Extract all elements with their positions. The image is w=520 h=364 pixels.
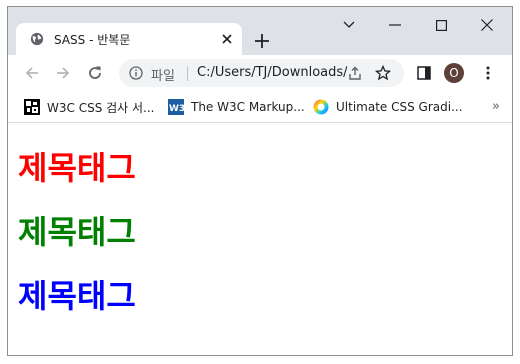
chevron-down-icon xyxy=(343,21,355,28)
w3c-validator-icon xyxy=(24,99,40,115)
bookmark-label: Ultimate CSS Gradi... xyxy=(336,100,463,114)
side-panel-button[interactable] xyxy=(414,63,434,83)
tab-search-button[interactable] xyxy=(326,7,372,43)
omnibox-separator xyxy=(187,66,188,81)
minimize-button[interactable] xyxy=(372,7,418,43)
info-icon[interactable] xyxy=(129,66,143,80)
tab-strip: SASS - 반복문 xyxy=(8,7,512,55)
heading-green: 제목태그 xyxy=(18,213,136,251)
site-chip: 파일 xyxy=(151,69,175,84)
page-content: 제목태그 제목태그 제목태그 xyxy=(8,123,512,355)
new-tab-icon[interactable] xyxy=(252,31,272,51)
share-icon[interactable] xyxy=(347,65,363,81)
heading-red: 제목태그 xyxy=(18,149,136,187)
star-icon[interactable] xyxy=(375,65,391,81)
tab-sass[interactable]: SASS - 반복문 xyxy=(16,23,242,55)
bookmark-w3c-css-validator[interactable]: W3C CSS 검사 서... xyxy=(24,99,155,115)
close-icon xyxy=(481,19,493,31)
menu-button[interactable] xyxy=(478,63,498,83)
url-text[interactable]: C:/Users/TJ/Downloads/ xyxy=(197,65,347,80)
heading-blue: 제목태그 xyxy=(18,277,136,315)
forward-button[interactable] xyxy=(53,63,73,83)
arrow-right-icon xyxy=(57,67,70,79)
gradient-circle-icon xyxy=(313,99,329,115)
bookmark-ultimate-css-gradient[interactable]: Ultimate CSS Gradi... xyxy=(313,99,463,115)
tab-close-icon[interactable] xyxy=(220,32,234,46)
bookmark-w3c-markup[interactable]: W3 The W3C Markup... xyxy=(168,99,305,115)
side-panel-icon xyxy=(417,66,431,80)
reload-button[interactable] xyxy=(85,63,105,83)
profile-avatar[interactable]: O xyxy=(444,63,464,83)
bookmark-label: The W3C Markup... xyxy=(191,100,305,114)
kebab-menu-icon xyxy=(486,66,490,80)
minimize-icon xyxy=(389,24,401,26)
w3c-logo-icon: W3 xyxy=(168,99,184,115)
maximize-button[interactable] xyxy=(418,7,464,43)
back-button[interactable] xyxy=(22,63,42,83)
reload-icon xyxy=(89,66,101,79)
arrow-left-icon xyxy=(25,67,38,79)
bookmarks-overflow-button[interactable]: » xyxy=(492,99,500,114)
toolbar: 파일 C:/Users/TJ/Downloads/ O xyxy=(8,55,512,91)
bookmark-label: W3C CSS 검사 서... xyxy=(47,100,155,115)
maximize-icon xyxy=(435,19,447,31)
tab-title: SASS - 반복문 xyxy=(54,33,131,47)
address-bar[interactable]: 파일 C:/Users/TJ/Downloads/ xyxy=(119,59,404,87)
bookmarks-bar: W3C CSS 검사 서... W3 The W3C Markup... Ult… xyxy=(8,91,512,123)
browser-window: SASS - 반복문 파일 C:/Users/TJ/Downloads/ O W… xyxy=(7,6,513,356)
svg-text:W3: W3 xyxy=(169,104,184,114)
globe-icon xyxy=(30,32,44,46)
close-window-button[interactable] xyxy=(464,7,510,43)
